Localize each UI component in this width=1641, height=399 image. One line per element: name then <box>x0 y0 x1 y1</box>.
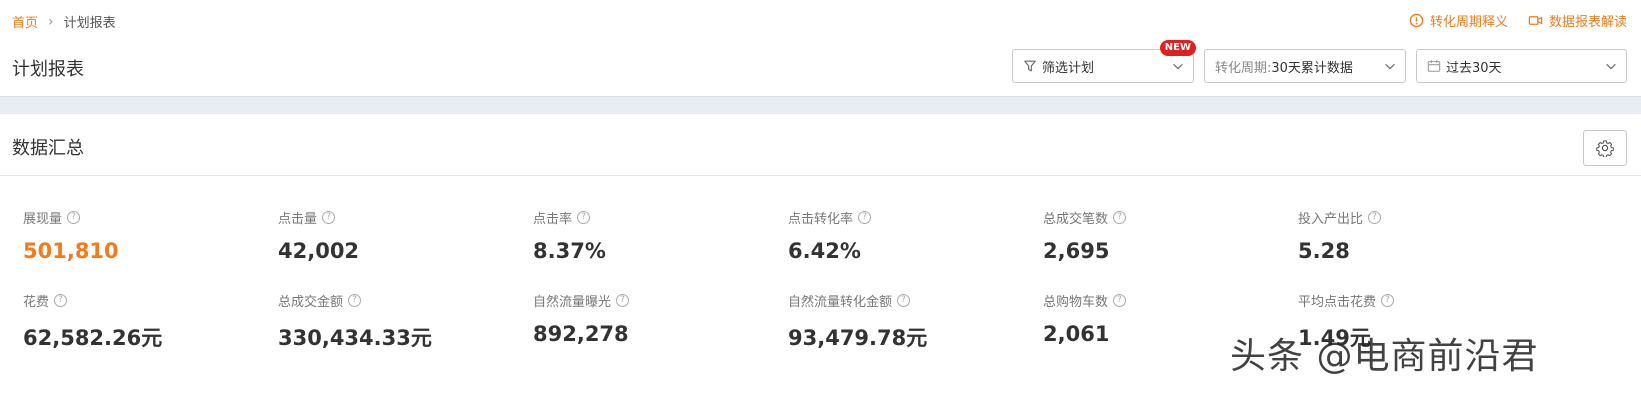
conversion-cycle-dropdown[interactable]: 转化周期: 30天累计数据 <box>1204 49 1406 83</box>
page-title: 计划报表 <box>12 59 84 80</box>
conversion-cycle-link[interactable]: 转化周期释义 <box>1409 11 1508 30</box>
help-icon[interactable]: ? <box>616 294 630 307</box>
conversion-cycle-dropdown-value: 30天累计数据 <box>1271 60 1353 76</box>
metric-organic-impressions: 自然流量曝光? 892,278 <box>533 291 788 346</box>
metric-ctr: 点击率? 8.37% <box>533 208 788 263</box>
help-icon[interactable]: ? <box>1113 294 1127 307</box>
breadcrumb-home-link[interactable]: 首页 <box>12 12 38 31</box>
metric-label: 投入产出比 <box>1298 212 1364 227</box>
video-camera-icon <box>1528 16 1543 25</box>
metric-value: 93,479.78元 <box>788 326 928 350</box>
metric-value: 6.42% <box>788 239 861 263</box>
date-range-dropdown[interactable]: 过去30天 <box>1416 49 1627 83</box>
metric-total-orders: 总成交笔数? 2,695 <box>1043 208 1298 263</box>
conversion-cycle-dropdown-label: 转化周期: <box>1215 60 1272 76</box>
chevron-down-icon <box>1385 63 1395 70</box>
help-icon[interactable]: ? <box>54 294 68 307</box>
help-icon[interactable]: ? <box>1368 211 1382 224</box>
section-separator-band <box>0 96 1641 114</box>
settings-button[interactable] <box>1583 130 1627 166</box>
metric-value: 501,810 <box>23 239 119 263</box>
help-icon[interactable]: ? <box>348 294 362 307</box>
plan-filter-label: 筛选计划 <box>1042 60 1095 76</box>
top-links: 转化周期释义 数据报表解读 <box>1409 11 1627 30</box>
breadcrumb: 首页 › 计划报表 <box>12 12 116 32</box>
chevron-down-icon <box>1173 63 1183 70</box>
calendar-icon <box>1427 60 1441 72</box>
metric-label: 总成交笔数 <box>1043 212 1109 227</box>
top-bar: 首页 › 计划报表 转化周期释义 数据报表解读 <box>0 0 1641 42</box>
metric-label: 自然流量转化金额 <box>788 295 893 310</box>
metric-clicks: 点击量? 42,002 <box>278 208 533 263</box>
metric-value: 8.37% <box>533 239 606 263</box>
metric-value: 5.28 <box>1298 239 1350 263</box>
metric-label: 点击率 <box>533 212 573 227</box>
chevron-down-icon <box>1606 63 1616 70</box>
funnel-icon <box>1024 60 1036 72</box>
summary-title: 数据汇总 <box>12 138 84 159</box>
metric-label: 展现量 <box>23 212 63 227</box>
help-icon[interactable]: ? <box>858 211 872 224</box>
help-icon[interactable]: ? <box>67 211 81 224</box>
new-badge: NEW <box>1159 40 1196 56</box>
report-guide-link[interactable]: 数据报表解读 <box>1528 11 1627 30</box>
metric-click-conversion-rate: 点击转化率? 6.42% <box>788 208 1043 263</box>
alert-circle-icon <box>1409 13 1424 28</box>
plan-filter-dropdown[interactable]: 筛选计划 NEW <box>1012 40 1196 83</box>
metric-value: 62,582.26元 <box>23 326 163 350</box>
help-icon[interactable]: ? <box>322 211 336 224</box>
breadcrumb-current: 计划报表 <box>63 16 116 31</box>
metric-value: 892,278 <box>533 322 629 346</box>
metric-label: 总成交金额 <box>278 295 344 310</box>
metric-label: 点击量 <box>278 212 318 227</box>
metric-label: 总购物车数 <box>1043 295 1109 310</box>
metric-value: 330,434.33元 <box>278 326 432 350</box>
report-guide-label: 数据报表解读 <box>1548 15 1627 30</box>
chevron-right-icon: › <box>48 13 54 30</box>
metric-organic-conversion-amount: 自然流量转化金额? 93,479.78元 <box>788 291 1043 352</box>
filter-bar: 筛选计划 NEW 转化周期: 30天累计数据 过去30天 <box>1012 40 1627 83</box>
metric-label: 花费 <box>23 295 50 310</box>
metric-label: 点击转化率 <box>788 212 854 227</box>
watermark: 头条 @电商前沿君 <box>1230 336 1539 377</box>
metric-total-gmv: 总成交金额? 330,434.33元 <box>278 291 533 352</box>
metric-value: 2,695 <box>1043 239 1110 263</box>
date-range-value: 过去30天 <box>1446 60 1502 76</box>
metric-label: 自然流量曝光 <box>533 295 612 310</box>
help-icon[interactable]: ? <box>1113 211 1127 224</box>
metric-spend: 花费? 62,582.26元 <box>23 291 278 352</box>
help-icon[interactable]: ? <box>577 211 591 224</box>
metric-impressions: 展现量? 501,810 <box>23 208 278 263</box>
gear-icon <box>1596 140 1614 157</box>
metric-label: 平均点击花费 <box>1298 295 1377 310</box>
conversion-cycle-label: 转化周期释义 <box>1429 15 1508 30</box>
metric-value: 42,002 <box>278 239 360 263</box>
help-icon[interactable]: ? <box>897 294 911 307</box>
metric-roi: 投入产出比? 5.28 <box>1298 208 1553 263</box>
help-icon[interactable]: ? <box>1381 294 1395 307</box>
summary-divider <box>0 175 1641 176</box>
